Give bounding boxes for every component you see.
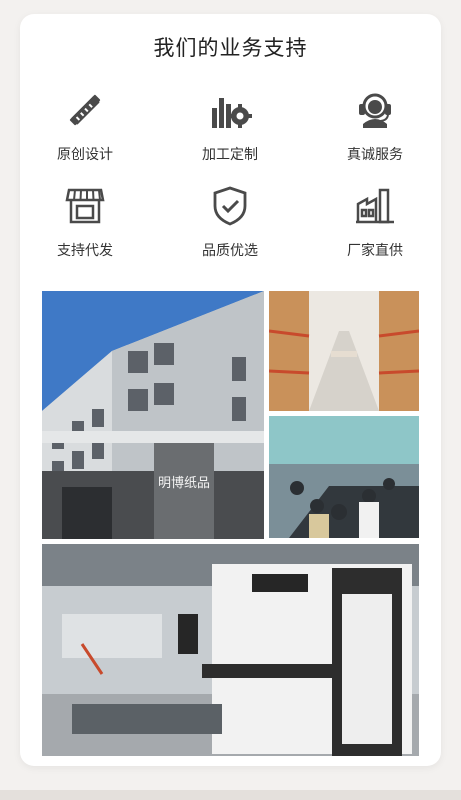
service-dropshipping[interactable]: 支持代发 bbox=[20, 184, 150, 260]
storefront-icon bbox=[65, 188, 105, 224]
bottom-divider bbox=[0, 790, 461, 800]
factory-gear-icon bbox=[212, 98, 252, 128]
customer-service-headset-icon bbox=[359, 93, 391, 128]
building-sign-text: 明博纸品 bbox=[158, 476, 210, 491]
company-building-photo: 明博纸品 bbox=[42, 291, 264, 539]
die-cutting-machine-photo bbox=[42, 544, 419, 756]
service-original-design[interactable]: 原创设计 bbox=[20, 88, 150, 164]
service-sincere[interactable]: 真诚服务 bbox=[310, 88, 440, 164]
factory-building-icon bbox=[356, 188, 394, 224]
warehouse-shelves-photo bbox=[269, 291, 419, 411]
service-label: 支持代发 bbox=[57, 243, 113, 259]
design-pencil-ruler-icon bbox=[69, 94, 101, 126]
team-meeting-photo bbox=[269, 416, 419, 538]
service-label: 加工定制 bbox=[202, 147, 258, 163]
quality-shield-check-icon bbox=[213, 186, 247, 226]
service-label: 真诚服务 bbox=[347, 147, 403, 163]
service-label: 厂家直供 bbox=[347, 243, 403, 259]
service-label: 品质优选 bbox=[202, 243, 258, 259]
service-label: 原创设计 bbox=[57, 147, 113, 163]
business-support-card: 我们的业务支持 原创设计 加工定制 真诚服务 支持代发 品质优选 厂家直供 明博… bbox=[20, 14, 441, 766]
service-quality[interactable]: 品质优选 bbox=[165, 184, 295, 260]
service-factory-direct[interactable]: 厂家直供 bbox=[310, 184, 440, 260]
service-custom-processing[interactable]: 加工定制 bbox=[165, 88, 295, 164]
section-title: 我们的业务支持 bbox=[153, 36, 308, 60]
